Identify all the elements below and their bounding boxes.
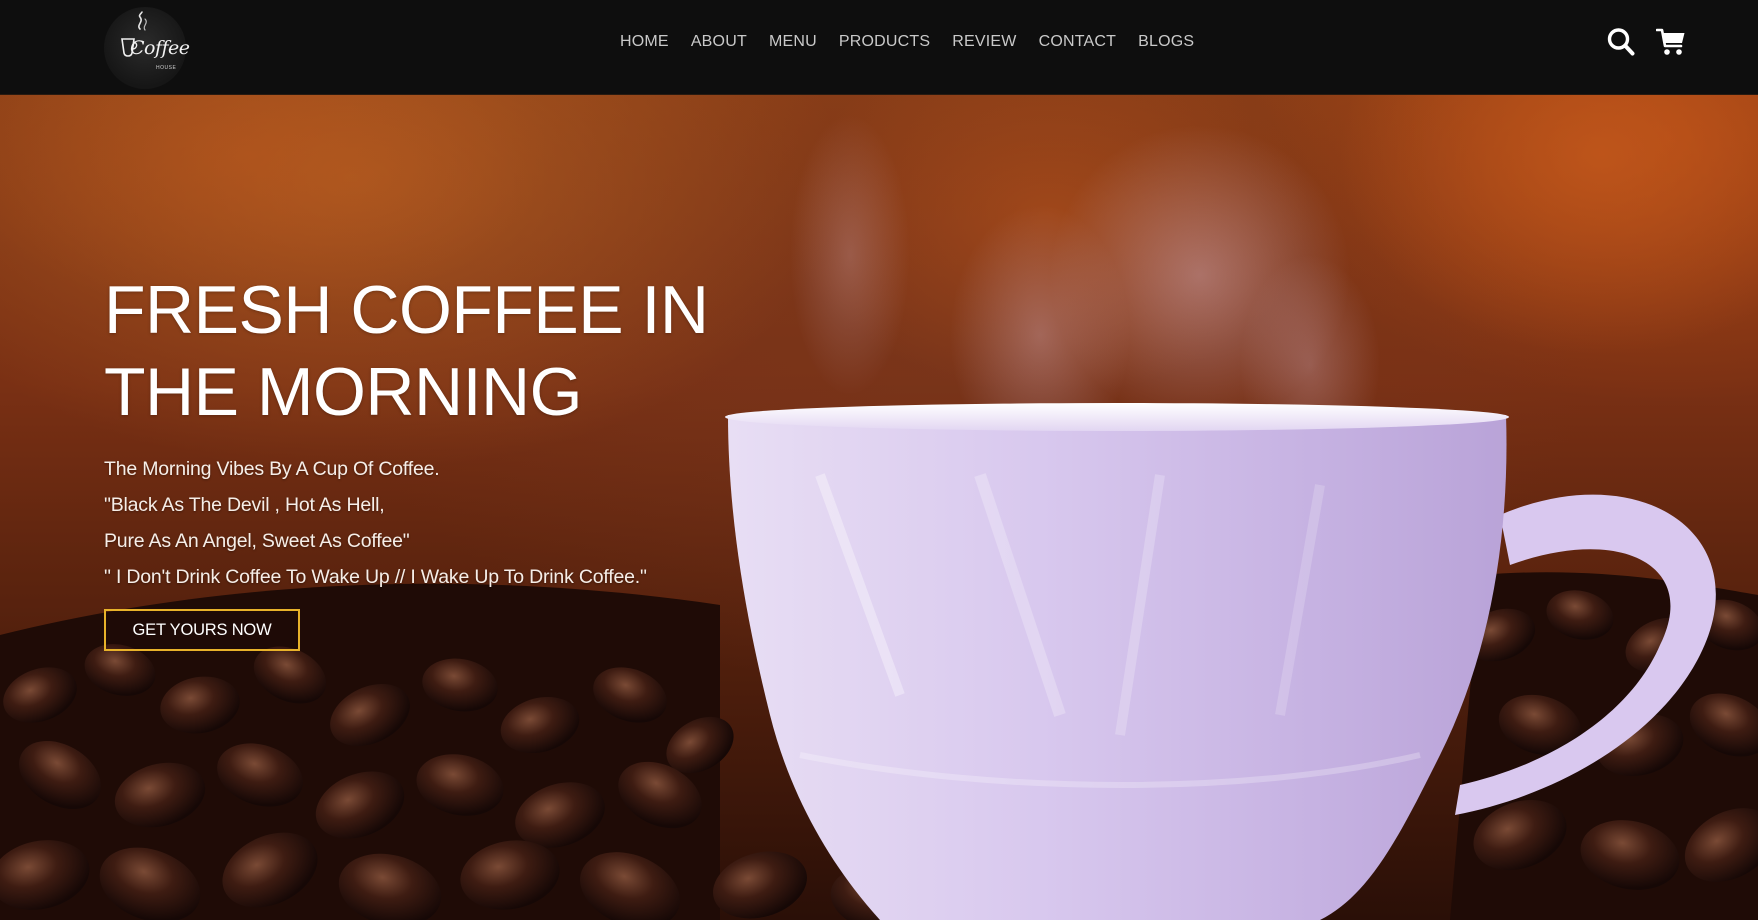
header: Coffee HOUSE HOME ABOUT MENU PRODUCTS RE…	[0, 0, 1758, 95]
main-nav: HOME ABOUT MENU PRODUCTS REVIEW CONTACT …	[620, 33, 1216, 51]
logo[interactable]: Coffee HOUSE	[104, 7, 190, 89]
hero-line: " I Don't Drink Coffee To Wake Up // I W…	[104, 566, 647, 588]
cart-button[interactable]	[1655, 26, 1686, 58]
hero-line: Pure As An Angel, Sweet As Coffee"	[104, 530, 410, 552]
hero-section: FRESH COFFEE IN THE MORNING The Morning …	[0, 95, 1758, 920]
nav-item-blogs[interactable]: BLOGS	[1138, 33, 1194, 51]
logo-subtext: HOUSE	[156, 65, 177, 71]
nav-item-menu[interactable]: MENU	[769, 33, 817, 51]
cart-icon	[1655, 28, 1685, 55]
hero-title: FRESH COFFEE IN THE MORNING	[104, 269, 744, 433]
hero-content: FRESH COFFEE IN THE MORNING The Morning …	[104, 269, 744, 651]
search-icon	[1607, 28, 1635, 56]
nav-item-review[interactable]: REVIEW	[952, 33, 1016, 51]
hero-line: The Morning Vibes By A Cup Of Coffee.	[104, 458, 440, 480]
search-button[interactable]	[1606, 26, 1636, 58]
logo-wordmark: Coffee	[130, 37, 190, 59]
get-yours-now-button[interactable]: GET YOURS NOW	[104, 609, 300, 651]
nav-item-products[interactable]: PRODUCTS	[839, 33, 930, 51]
hero-tagline: The Morning Vibes By A Cup Of Coffee. "B…	[104, 451, 744, 595]
hero-line: "Black As The Devil , Hot As Hell,	[104, 494, 385, 516]
page: Coffee HOUSE HOME ABOUT MENU PRODUCTS RE…	[0, 0, 1758, 920]
nav-item-home[interactable]: HOME	[620, 33, 669, 51]
nav-item-contact[interactable]: CONTACT	[1039, 33, 1117, 51]
nav-item-about[interactable]: ABOUT	[691, 33, 747, 51]
hero-title-line-1: FRESH COFFEE IN	[104, 272, 709, 348]
hero-title-line-2: THE MORNING	[104, 354, 583, 430]
